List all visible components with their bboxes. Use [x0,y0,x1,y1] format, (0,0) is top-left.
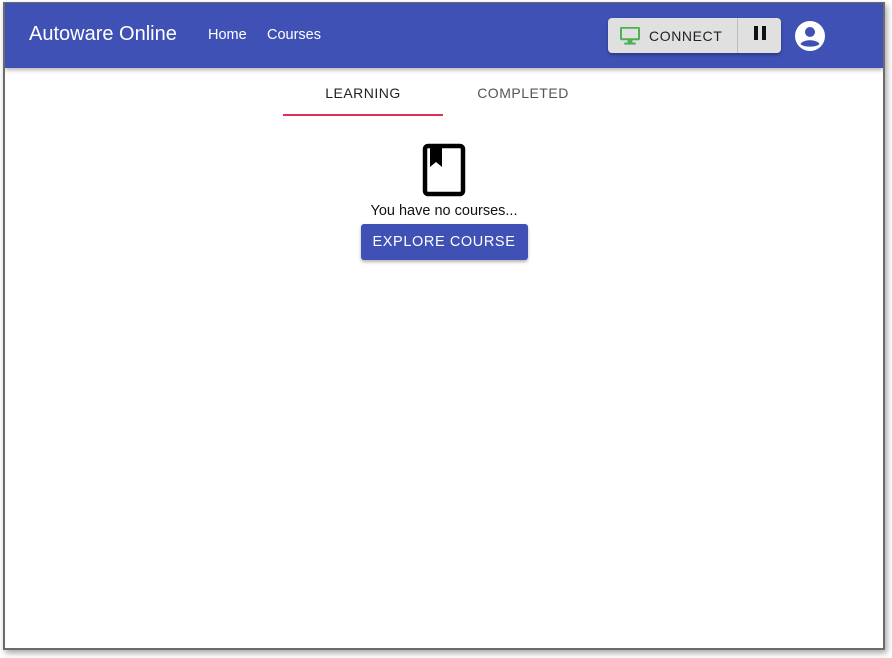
connect-label: CONNECT [649,27,723,44]
app-bar: Autoware Online Home Courses CONNECT [5,3,883,68]
nav-home-link[interactable]: Home [208,27,247,43]
monitor-icon [620,26,640,46]
active-tab-indicator [283,114,443,116]
account-circle-icon[interactable] [793,19,827,53]
browser-window: Autoware Online Home Courses CONNECT LEA… [3,2,885,650]
connect-button-group: CONNECT [608,18,781,53]
tab-learning[interactable]: LEARNING [283,68,443,117]
course-tabs: LEARNING COMPLETED [283,68,603,117]
pause-icon [753,25,767,46]
nav-courses-link[interactable]: Courses [267,27,321,43]
explore-course-button[interactable]: EXPLORE COURSE [360,224,528,260]
tab-completed[interactable]: COMPLETED [443,68,603,117]
pause-button[interactable] [738,18,781,53]
empty-state: You have no courses... EXPLORE COURSE [5,143,883,260]
app-title: Autoware Online [29,23,177,45]
book-icon [5,143,883,197]
connect-button[interactable]: CONNECT [608,18,738,53]
empty-message: You have no courses... [370,203,518,219]
